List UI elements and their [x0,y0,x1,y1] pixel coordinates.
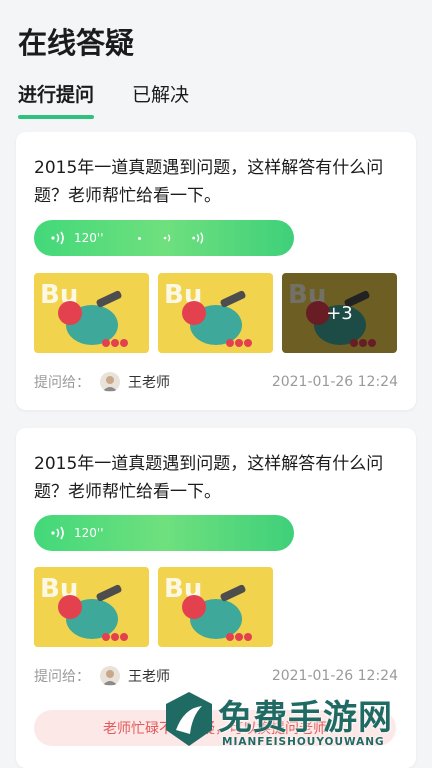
watermark-subtitle: MIANFEISHOUYOUWANG [222,736,385,748]
image-thumbnail[interactable]: Bu [34,567,149,647]
voice-message-player[interactable]: 120'' [34,220,294,256]
question-time: 2021-01-26 12:24 [271,668,398,684]
question-meta: 提问给： 王老师 2021-01-26 12:24 [34,666,398,686]
teacher-avatar [100,372,120,392]
progress-dot [137,236,141,240]
site-watermark: 免费手游网 MIANFEISHOUYOUWANG [162,688,422,764]
image-thumbnail[interactable]: Bu [34,273,149,353]
tab-bar: 进行提问 已解决 [18,80,189,119]
voice-duration: 120'' [74,231,104,245]
voice-message-player[interactable]: 120'' [34,515,294,551]
question-meta: 提问给： 王老师 2021-01-26 12:24 [34,372,398,392]
voice-wave-icon [191,232,203,244]
tab-solved[interactable]: 已解决 [132,80,189,115]
tab-asking[interactable]: 进行提问 [18,80,95,119]
ask-to-label: 提问给： [34,669,90,685]
voice-duration: 120'' [74,526,104,540]
image-thumbnail[interactable]: Bu [158,567,273,647]
site-logo-icon [166,692,212,746]
page-title: 在线答疑 [18,26,135,60]
image-gallery: Bu Bu Bu +3 [34,273,397,353]
question-text: 2015年一道真题遇到问题，这样解答有什么问题？老师帮忙给看一下。 [34,454,384,502]
question-card[interactable]: 2015年一道真题遇到问题，这样解答有什么问题？老师帮忙给看一下。 120'' … [16,132,416,410]
more-images-count: +3 [282,273,397,353]
ask-to-label: 提问给： [34,375,90,391]
image-gallery: Bu Bu [34,567,273,647]
image-thumbnail[interactable]: Bu [158,273,273,353]
image-thumbnail-more[interactable]: Bu +3 [282,273,397,353]
watermark-title: 免费手游网 [218,698,393,738]
voice-wave-icon [163,234,170,242]
question-time: 2021-01-26 12:24 [271,374,398,390]
question-text: 2015年一道真题遇到问题，这样解答有什么问题？老师帮忙给看一下。 [34,158,384,206]
teacher-name: 王老师 [128,375,170,391]
voice-wave-icon [51,526,64,540]
teacher-avatar [100,666,120,686]
teacher-name: 王老师 [128,669,170,685]
voice-wave-icon [51,231,64,245]
